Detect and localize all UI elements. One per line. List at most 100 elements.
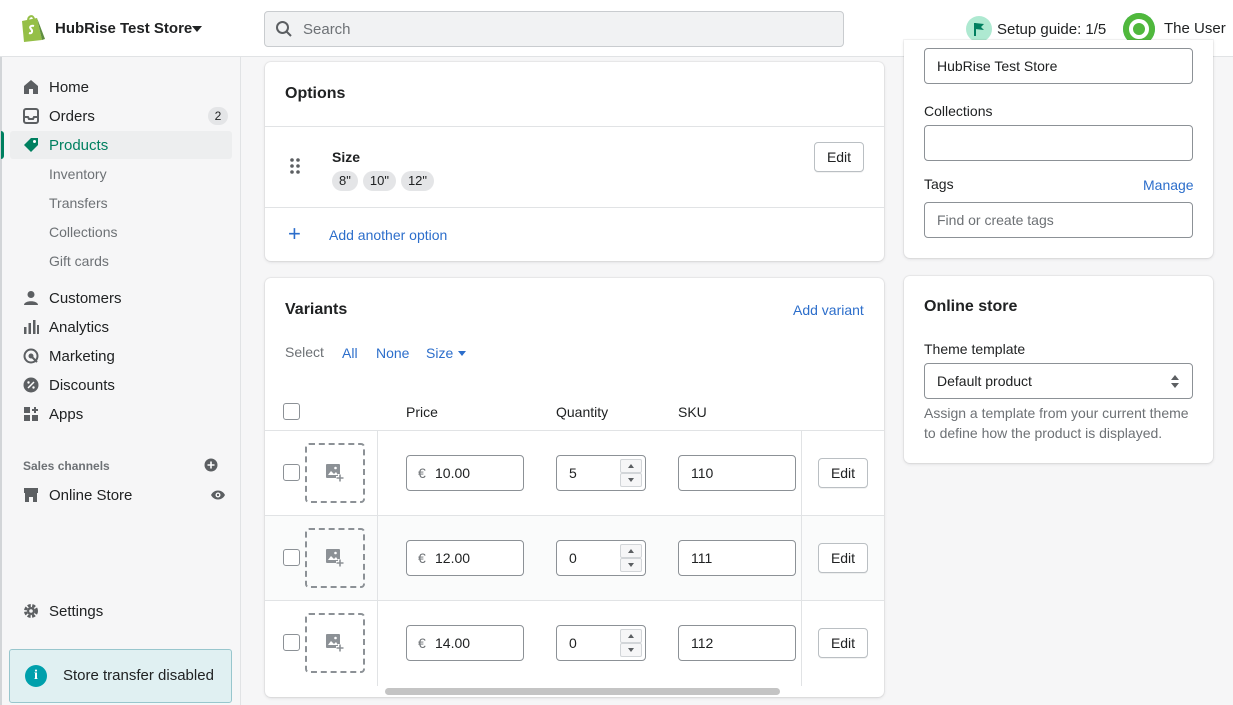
quantity-stepper[interactable]: 5 — [556, 455, 646, 491]
sidebar-subitem-label: Collections — [49, 224, 118, 240]
add-option-plus-icon[interactable]: + — [288, 223, 301, 245]
increment-button[interactable] — [620, 629, 642, 643]
manage-tags-link[interactable]: Manage — [1143, 177, 1194, 193]
price-value: 12.00 — [435, 550, 471, 566]
sidebar-subitem-collections[interactable]: Collections — [10, 218, 232, 246]
sidebar-subitem-transfers[interactable]: Transfers — [10, 189, 232, 217]
store-transfer-banner: i Store transfer disabled — [9, 649, 232, 703]
sidebar-subitem-label: Transfers — [49, 195, 108, 211]
decrement-button[interactable] — [620, 643, 642, 657]
add-image-icon — [326, 634, 344, 652]
sku-value: 111 — [691, 550, 713, 566]
online-store-card: Online store Theme template Default prod… — [904, 276, 1213, 463]
select-size-dropdown[interactable]: Size — [426, 345, 453, 361]
quantity-stepper[interactable]: 0 — [556, 625, 646, 661]
edit-variant-button[interactable]: Edit — [818, 543, 868, 573]
sidebar-item-discounts[interactable]: Discounts — [10, 371, 232, 399]
select-all-link[interactable]: All — [342, 345, 358, 361]
add-image-placeholder[interactable] — [305, 443, 365, 503]
store-name[interactable]: HubRise Test Store — [55, 20, 192, 37]
row-checkbox[interactable] — [283, 634, 300, 651]
tag-icon — [24, 138, 38, 152]
increment-button[interactable] — [620, 544, 642, 558]
sidebar-item-online-store[interactable]: Online Store — [10, 481, 232, 509]
edit-option-button[interactable]: Edit — [814, 142, 864, 172]
search-bar[interactable] — [264, 11, 844, 47]
sales-channels-heading: Sales channels — [23, 459, 110, 473]
sidebar-item-label: Marketing — [49, 348, 115, 365]
sidebar-item-customers[interactable]: Customers — [10, 284, 232, 312]
price-field[interactable]: € 14.00 — [406, 625, 524, 661]
edit-variant-button[interactable]: Edit — [818, 628, 868, 658]
decrement-button[interactable] — [620, 558, 642, 572]
sidebar-item-settings[interactable]: Settings — [10, 597, 232, 625]
store-caret-icon[interactable] — [192, 26, 202, 32]
sidebar-item-marketing[interactable]: Marketing — [10, 342, 232, 370]
sidebar-subitem-gift-cards[interactable]: Gift cards — [10, 247, 232, 275]
organization-card: Collections Tags Manage — [904, 40, 1213, 258]
discount-icon — [23, 377, 39, 393]
search-input[interactable] — [303, 12, 833, 46]
drag-handle-icon[interactable] — [290, 158, 300, 174]
increment-button[interactable] — [620, 459, 642, 473]
add-channel-icon[interactable] — [204, 458, 218, 472]
table-row: € 12.00 0 111 Edit — [265, 516, 884, 601]
online-store-title: Online store — [924, 298, 1018, 315]
store-transfer-text: Store transfer disabled — [63, 667, 214, 684]
user-name[interactable]: The User — [1164, 20, 1226, 37]
eye-icon[interactable] — [210, 488, 226, 502]
add-image-icon — [326, 464, 344, 482]
add-image-placeholder[interactable] — [305, 528, 365, 588]
sidebar-item-analytics[interactable]: Analytics — [10, 313, 232, 341]
add-image-placeholder[interactable] — [305, 613, 365, 673]
sidebar-item-label: Customers — [49, 290, 122, 307]
sidebar: Home Orders 2 Products Inventory Transfe… — [0, 57, 241, 705]
price-field[interactable]: € 12.00 — [406, 540, 524, 576]
gear-icon — [24, 604, 38, 618]
variants-card: Variants Add variant Select All None Siz… — [265, 278, 884, 697]
tags-input[interactable] — [924, 202, 1193, 238]
quantity-value: 0 — [569, 635, 577, 651]
sidebar-item-home[interactable]: Home — [10, 73, 232, 101]
bar-chart-icon — [24, 320, 39, 334]
vendor-input[interactable] — [924, 48, 1193, 84]
sku-field[interactable]: 111 — [678, 540, 796, 576]
search-icon — [276, 21, 292, 37]
price-value: 10.00 — [435, 465, 471, 481]
quantity-stepper[interactable]: 0 — [556, 540, 646, 576]
quantity-value: 5 — [569, 465, 577, 481]
currency-prefix: € — [418, 465, 426, 481]
sidebar-item-label: Discounts — [49, 377, 115, 394]
sidebar-item-label: Settings — [49, 603, 104, 620]
row-checkbox[interactable] — [283, 464, 300, 481]
add-variant-link[interactable]: Add variant — [793, 302, 864, 318]
price-field[interactable]: € 10.00 — [406, 455, 524, 491]
sidebar-subitem-label: Gift cards — [49, 253, 109, 269]
divider — [265, 207, 884, 208]
edit-variant-button[interactable]: Edit — [818, 458, 868, 488]
sku-field[interactable]: 110 — [678, 455, 796, 491]
chevron-down-icon[interactable] — [458, 351, 466, 356]
column-header-price: Price — [406, 404, 438, 420]
sidebar-item-orders[interactable]: Orders 2 — [10, 102, 232, 130]
decrement-button[interactable] — [620, 473, 642, 487]
collections-input[interactable] — [924, 125, 1193, 161]
row-checkbox[interactable] — [283, 549, 300, 566]
select-all-checkbox[interactable] — [283, 403, 300, 420]
option-value-pill: 10" — [362, 171, 396, 191]
shopify-logo-icon[interactable] — [18, 13, 46, 43]
column-divider — [801, 601, 802, 686]
sidebar-item-apps[interactable]: Apps — [10, 400, 232, 428]
tags-label: Tags — [924, 176, 954, 192]
option-value-pill: 8" — [332, 171, 358, 191]
setup-guide-label: Setup guide: 1/5 — [997, 21, 1107, 38]
horizontal-scrollbar[interactable] — [385, 688, 780, 695]
sku-field[interactable]: 112 — [678, 625, 796, 661]
quantity-value: 0 — [569, 550, 577, 566]
theme-template-select[interactable]: Default product — [924, 363, 1193, 399]
add-another-option-link[interactable]: Add another option — [329, 227, 447, 243]
sidebar-subitem-inventory[interactable]: Inventory — [10, 160, 232, 188]
select-none-link[interactable]: None — [376, 345, 409, 361]
sidebar-item-products[interactable]: Products — [1, 131, 232, 159]
sidebar-item-label: Products — [49, 137, 109, 154]
